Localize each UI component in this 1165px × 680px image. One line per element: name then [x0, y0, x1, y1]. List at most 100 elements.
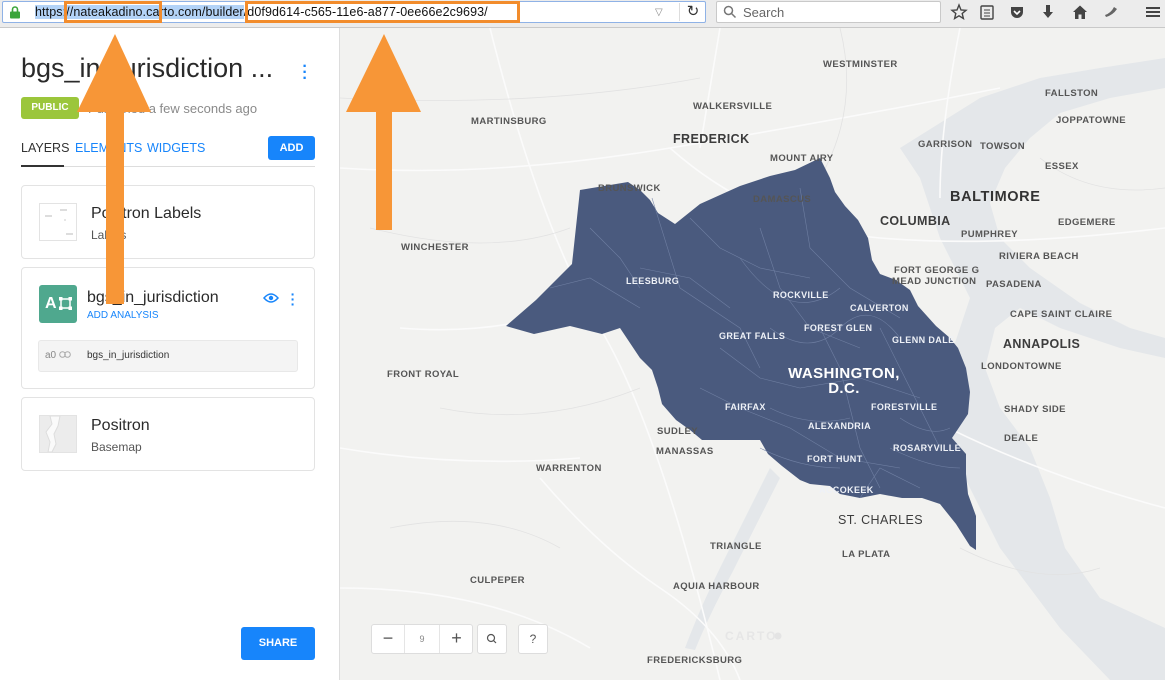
home-icon[interactable]	[1069, 3, 1091, 23]
place-label: JOPPATOWNE	[1056, 115, 1126, 126]
map-view[interactable]: WESTMINSTER FALLSTON WALKERSVILLE JOPPAT…	[340, 28, 1165, 680]
layer-title: Positron	[91, 417, 150, 434]
place-label: DEALE	[1004, 433, 1039, 444]
layer-letter: A	[45, 295, 57, 312]
place-label: WARRENTON	[536, 463, 602, 474]
place-label: LONDONTOWNE	[981, 361, 1062, 372]
lock-icon	[9, 6, 21, 24]
layer-card-positron[interactable]: Positron Basemap	[21, 397, 315, 471]
add-layer-button[interactable]: ADD	[268, 136, 315, 160]
privacy-badge[interactable]: PUBLIC	[21, 97, 79, 119]
place-label: FORT HUNT	[807, 454, 863, 464]
place-label: WINCHESTER	[401, 242, 469, 253]
place-label: MOUNT AIRY	[770, 153, 834, 164]
place-label: GREAT FALLS	[719, 331, 786, 341]
place-label: CALVERTON	[850, 303, 909, 313]
place-label: MANASSAS	[656, 446, 714, 457]
download-icon[interactable]	[1037, 3, 1059, 23]
place-label: PASADENA	[986, 279, 1042, 290]
place-label: FAIRFAX	[725, 402, 766, 412]
place-label: MARTINSBURG	[471, 116, 547, 127]
tab-layers[interactable]: LAYERS	[21, 141, 69, 155]
analysis-id: a0	[45, 350, 71, 361]
title-options-icon[interactable]: · · ·	[300, 59, 310, 87]
search-input[interactable]	[743, 5, 933, 20]
place-label: EDGEMERE	[1058, 217, 1116, 228]
add-analysis-link[interactable]: ADD ANALYSIS	[87, 310, 159, 321]
tab-divider	[21, 166, 315, 167]
place-label: MEAD JUNCTION	[892, 276, 977, 287]
place-label: GARRISON	[918, 139, 973, 150]
annotation-box-host	[64, 1, 162, 23]
analysis-id-text: a0	[45, 350, 57, 361]
place-label: GLENN DALE	[892, 335, 955, 345]
help-button[interactable]: ?	[518, 624, 548, 654]
place-label: ST. CHARLES	[838, 513, 923, 527]
place-label: TRIANGLE	[710, 541, 762, 552]
sidebar: bgs_in_jurisdiction ... · · · PUBLIC Publi…	[0, 28, 340, 680]
browser-toolbar: https://nateakadino.carto.com/builder/d0…	[0, 0, 1165, 28]
search-bar[interactable]	[716, 1, 941, 23]
place-label: FOREST GLEN	[804, 323, 873, 333]
place-label: ACCOKEEK	[819, 485, 874, 495]
reading-list-icon[interactable]	[976, 3, 998, 23]
zoom-control: − 9 +	[371, 624, 473, 654]
carto-logo: CARTO	[725, 629, 778, 643]
annotation-arrow-host	[77, 34, 151, 304]
place-label: BALTIMORE	[950, 189, 1041, 205]
search-icon	[486, 633, 497, 644]
place-label: CULPEPER	[470, 575, 525, 586]
place-label: LEESBURG	[626, 276, 680, 286]
tab-widgets[interactable]: WIDGETS	[147, 141, 205, 155]
place-label: FREDERICK	[673, 132, 750, 146]
reload-icon[interactable]: ↻	[679, 3, 706, 21]
layer-card-positron-labels[interactable]: Positron Labels Labels	[21, 185, 315, 259]
layer-card-bgs-in-jurisdiction[interactable]: A bgs_in_jurisdiction ADD ANALYSIS · · · a…	[21, 267, 315, 389]
place-label: CAPE SAINT CLAIRE	[1010, 309, 1113, 320]
place-label: LA PLATA	[842, 549, 891, 560]
place-label: COLUMBIA	[880, 214, 951, 228]
analysis-row[interactable]: a0 bgs_in_jurisdiction	[38, 340, 298, 372]
layer-letter-thumbnail: A	[39, 285, 77, 323]
zoom-in-button[interactable]: +	[439, 625, 473, 653]
annotation-box-path	[245, 1, 520, 23]
zoom-level: 9	[419, 634, 425, 644]
place-label: SHADY SIDE	[1004, 404, 1066, 415]
place-label: FORESTVILLE	[871, 402, 938, 412]
layer-options-icon[interactable]: · · ·	[290, 287, 296, 311]
place-label: PUMPHREY	[961, 229, 1019, 240]
active-tab-indicator	[21, 165, 64, 167]
map-search-button[interactable]	[477, 624, 507, 654]
place-label: WALKERSVILLE	[693, 101, 773, 112]
place-label: DAMASCUS	[753, 194, 812, 205]
tool-icon[interactable]	[1100, 3, 1122, 23]
place-label: BRUNSWICK	[598, 183, 661, 194]
place-label: ANNAPOLIS	[1003, 337, 1081, 351]
layer-subtitle: Basemap	[91, 440, 142, 454]
polygon-geometry-icon	[59, 297, 72, 310]
pocket-icon[interactable]	[1006, 3, 1028, 23]
bookmark-star-icon[interactable]	[948, 3, 970, 23]
labels-thumbnail-icon	[39, 203, 77, 241]
menu-icon[interactable]	[1142, 3, 1164, 23]
place-label: FALLSTON	[1045, 88, 1099, 99]
eye-icon[interactable]	[263, 291, 279, 309]
share-button[interactable]: SHARE	[241, 627, 315, 660]
zoom-out-button[interactable]: −	[372, 625, 405, 653]
place-label: ROCKVILLE	[773, 290, 829, 300]
place-label: ROSARYVILLE	[893, 443, 962, 453]
place-label: ALEXANDRIA	[808, 421, 872, 431]
analysis-name: bgs_in_jurisdiction	[87, 350, 170, 361]
place-label: TOWSON	[980, 141, 1025, 152]
url-prefix: https	[35, 5, 63, 19]
washington-dc-label: WASHINGTON, D.C.	[780, 366, 908, 396]
place-label: WESTMINSTER	[823, 59, 898, 70]
place-label: RIVIERA BEACH	[999, 251, 1079, 262]
annotation-arrow-path	[346, 34, 421, 230]
place-label: ESSEX	[1045, 161, 1079, 172]
search-icon	[723, 5, 737, 24]
link-icon	[59, 351, 71, 358]
basemap-thumbnail-icon	[39, 415, 77, 453]
place-label: FRONT ROYAL	[387, 369, 460, 380]
url-dropdown-icon[interactable]: ▽	[655, 7, 663, 18]
